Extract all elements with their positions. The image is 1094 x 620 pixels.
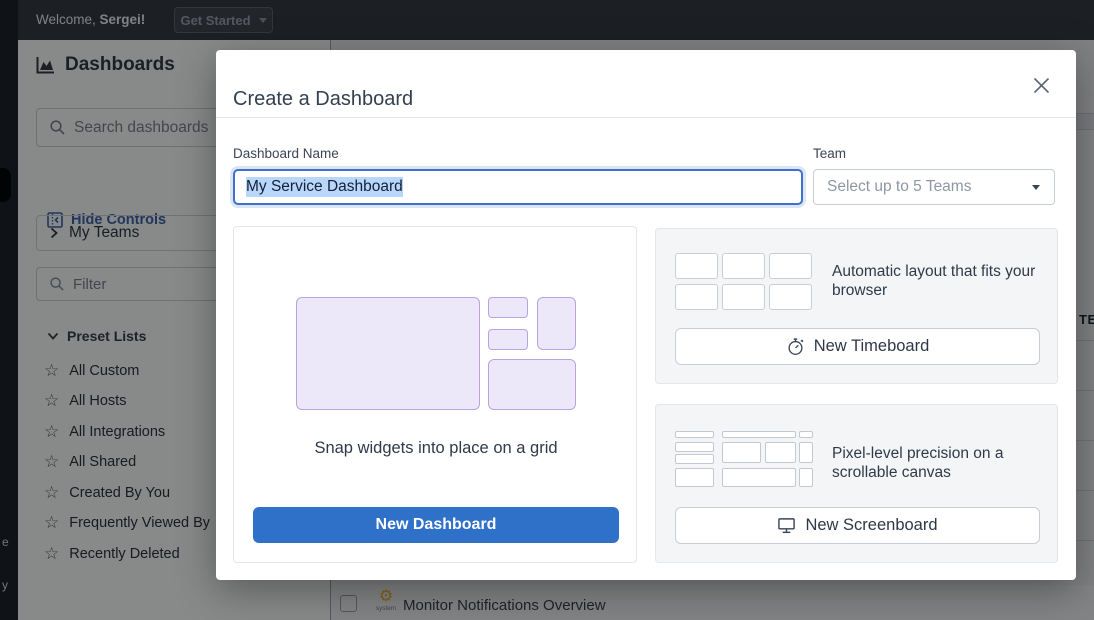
close-icon [1033, 77, 1050, 94]
team-select[interactable]: Select up to 5 Teams [813, 169, 1055, 205]
dashboard-name-value: My Service Dashboard [246, 177, 403, 197]
grid-dashboard-card: Snap widgets into place on a grid New Da… [233, 226, 637, 563]
timeboard-card: Automatic layout that fits your browser … [655, 228, 1058, 384]
dashboard-name-label: Dashboard Name [233, 146, 339, 161]
team-select-placeholder: Select up to 5 Teams [827, 178, 971, 196]
new-screenboard-label: New Screenboard [805, 516, 937, 535]
screenboard-card: Pixel-level precision on a scrollable ca… [655, 404, 1058, 563]
monitor-icon [777, 517, 796, 535]
create-dashboard-modal: Create a Dashboard Dashboard Name My Ser… [216, 50, 1076, 580]
new-dashboard-button[interactable]: New Dashboard [253, 507, 619, 543]
new-dashboard-label: New Dashboard [376, 516, 497, 534]
chevron-down-icon [1032, 185, 1040, 190]
timeboard-caption: Automatic layout that fits your browser [832, 262, 1047, 300]
close-button[interactable] [1028, 72, 1054, 98]
dashboard-name-input[interactable]: My Service Dashboard [233, 169, 803, 205]
team-label: Team [813, 146, 846, 161]
screenboard-caption: Pixel-level precision on a scrollable ca… [832, 444, 1047, 482]
new-timeboard-label: New Timeboard [814, 337, 930, 356]
new-timeboard-button[interactable]: New Timeboard [675, 328, 1040, 365]
new-screenboard-button[interactable]: New Screenboard [675, 507, 1040, 544]
stopwatch-icon [786, 337, 805, 356]
grid-card-caption: Snap widgets into place on a grid [234, 439, 638, 458]
modal-title: Create a Dashboard [233, 88, 413, 120]
modal-header-divider [216, 117, 1076, 118]
